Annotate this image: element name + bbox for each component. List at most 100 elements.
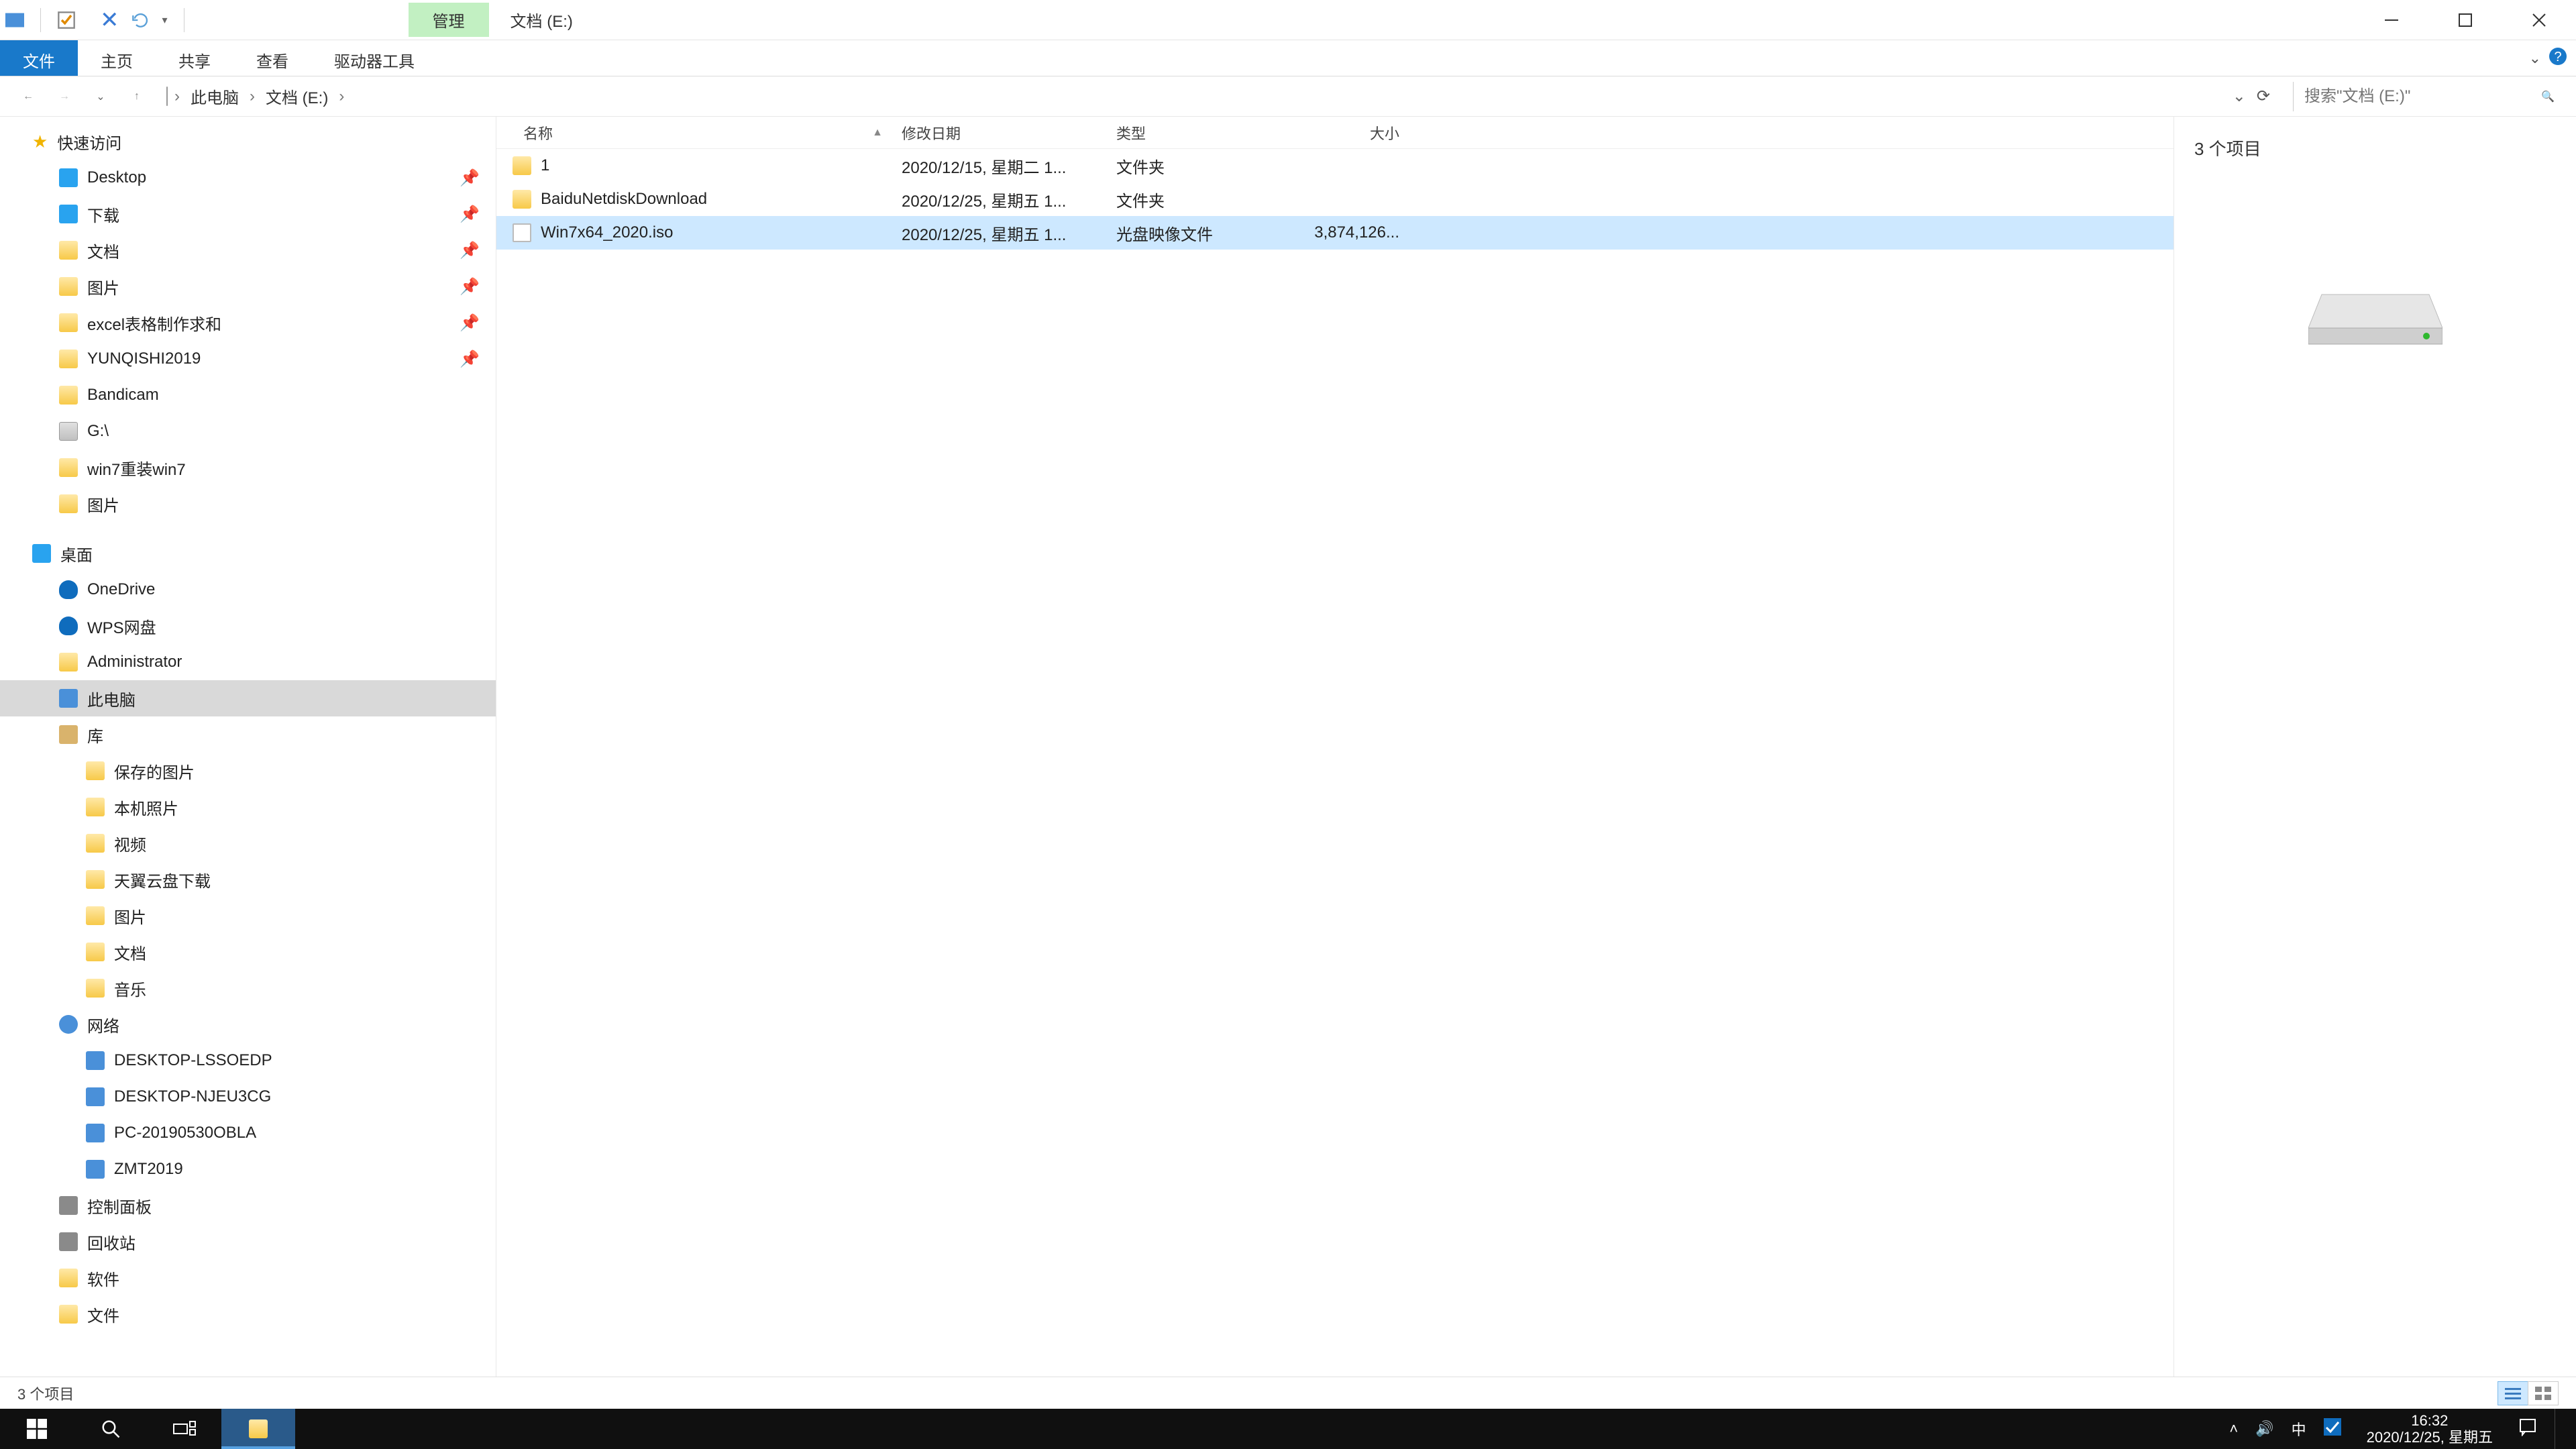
tree-item[interactable]: 图片: [0, 486, 496, 522]
file-row[interactable]: Win7x64_2020.iso2020/12/25, 星期五 1...光盘映像…: [496, 216, 2174, 250]
tray-overflow-icon[interactable]: ˄: [2229, 1420, 2238, 1438]
tree-item[interactable]: DESKTOP-LSSOEDP: [0, 1042, 496, 1079]
file-date: 2020/12/25, 星期五 1...: [892, 188, 1107, 211]
tree-item[interactable]: 文档: [0, 934, 496, 970]
view-thumbnails-button[interactable]: [2528, 1381, 2559, 1405]
minimize-button[interactable]: [2355, 0, 2428, 40]
view-details-button[interactable]: [2498, 1381, 2528, 1405]
qat-checkbox-icon[interactable]: [57, 11, 76, 30]
tree-item[interactable]: WPS网盘: [0, 608, 496, 644]
chevron-right-icon[interactable]: ›: [336, 87, 347, 106]
tree-item[interactable]: 此电脑: [0, 680, 496, 716]
breadcrumb-part-1[interactable]: 文档 (E:): [262, 82, 332, 111]
folder-icon: [513, 156, 531, 175]
maximize-button[interactable]: [2428, 0, 2502, 40]
tree-item[interactable]: win7重装win7: [0, 449, 496, 486]
tree-item[interactable]: 下载📌: [0, 196, 496, 232]
tree-item[interactable]: ZMT2019: [0, 1151, 496, 1187]
qat-dropdown-icon[interactable]: ▾: [162, 13, 168, 27]
pin-icon: 📌: [460, 313, 480, 333]
tree-item[interactable]: 回收站: [0, 1224, 496, 1260]
nav-forward-button[interactable]: →: [51, 83, 78, 110]
show-desktop-button[interactable]: [2555, 1409, 2563, 1449]
quick-access-toolbar: ✕ ▾: [0, 0, 194, 40]
tree-item[interactable]: 图片📌: [0, 268, 496, 305]
tree-item[interactable]: 视频: [0, 825, 496, 861]
tree-item[interactable]: 库: [0, 716, 496, 753]
tree-item[interactable]: 本机照片: [0, 789, 496, 825]
col-date[interactable]: 修改日期: [892, 122, 1107, 144]
tree-item[interactable]: 天翼云盘下载: [0, 861, 496, 898]
qat-delete-icon[interactable]: ✕: [100, 7, 119, 34]
action-center-icon[interactable]: [2518, 1417, 2537, 1440]
ribbon-tab-view[interactable]: 查看: [233, 40, 311, 76]
context-tab-manage[interactable]: 管理: [409, 3, 489, 37]
nav-history-dropdown[interactable]: ⌄: [87, 83, 114, 110]
col-type[interactable]: 类型: [1107, 122, 1288, 144]
taskbar-clock[interactable]: 16:32 2020/12/25, 星期五: [2359, 1412, 2501, 1446]
tree-item[interactable]: G:\: [0, 413, 496, 449]
tree-item[interactable]: Desktop📌: [0, 160, 496, 196]
breadcrumb[interactable]: › 此电脑 › 文档 (E:) › ⌄ ⟳: [160, 82, 2284, 111]
col-name[interactable]: 名称▲: [496, 122, 892, 144]
address-dropdown-icon[interactable]: ⌄: [2233, 87, 2246, 106]
tree-item[interactable]: 软件: [0, 1260, 496, 1296]
tree-item[interactable]: Bandicam: [0, 377, 496, 413]
ribbon-tab-drive-tools[interactable]: 驱动器工具: [311, 40, 437, 76]
breadcrumb-drive-icon: [166, 87, 168, 106]
tree-section[interactable]: ★快速访问: [0, 123, 496, 160]
tree-item[interactable]: 音乐: [0, 970, 496, 1006]
ic-folder-icon: [59, 494, 78, 513]
tree-item[interactable]: 图片: [0, 898, 496, 934]
column-headers[interactable]: 名称▲ 修改日期 类型 大小: [496, 117, 2174, 149]
tree-item[interactable]: PC-20190530OBLA: [0, 1115, 496, 1151]
tree-item-label: 保存的图片: [114, 759, 195, 783]
ribbon-tab-file[interactable]: 文件: [0, 40, 78, 76]
file-row[interactable]: 12020/12/15, 星期二 1...文件夹: [496, 149, 2174, 182]
ribbon-tab-home[interactable]: 主页: [78, 40, 156, 76]
ic-folder-icon: [59, 241, 78, 260]
tree-item-label: G:\: [87, 422, 109, 441]
help-icon[interactable]: ?: [2548, 46, 2568, 70]
search-icon[interactable]: 🔍: [2541, 90, 2555, 103]
tree-item[interactable]: Administrator: [0, 644, 496, 680]
nav-back-button[interactable]: ←: [15, 83, 42, 110]
col-size[interactable]: 大小: [1288, 122, 1409, 144]
qat-undo-icon[interactable]: [131, 11, 150, 30]
tree-item-label: OneDrive: [87, 580, 155, 599]
breadcrumb-part-0[interactable]: 此电脑: [186, 82, 243, 111]
tree-item[interactable]: 保存的图片: [0, 753, 496, 789]
close-button[interactable]: [2502, 0, 2576, 40]
taskbar-search-button[interactable]: [74, 1409, 148, 1449]
tree-item[interactable]: 控制面板: [0, 1187, 496, 1224]
chevron-right-icon[interactable]: ›: [172, 87, 182, 106]
nav-up-button[interactable]: ↑: [123, 83, 150, 110]
tree-item[interactable]: 文档📌: [0, 232, 496, 268]
tree-item[interactable]: 文件: [0, 1296, 496, 1332]
tree-section[interactable]: 桌面: [0, 535, 496, 572]
refresh-icon[interactable]: ⟳: [2250, 87, 2277, 106]
ic-folder-icon: [86, 943, 105, 961]
tree-item[interactable]: 网络: [0, 1006, 496, 1042]
ic-folder-icon: [59, 458, 78, 477]
navigation-tree[interactable]: ★快速访问Desktop📌下载📌文档📌图片📌excel表格制作求和📌YUNQIS…: [0, 117, 496, 1377]
task-view-button[interactable]: [148, 1409, 221, 1449]
tree-item[interactable]: YUNQISHI2019📌: [0, 341, 496, 377]
ime-indicator[interactable]: 中: [2292, 1418, 2306, 1440]
tree-item-label: 网络: [87, 1013, 119, 1036]
tree-item-label: 下载: [87, 203, 119, 226]
start-button[interactable]: [0, 1409, 74, 1449]
tree-item-label: ZMT2019: [114, 1160, 183, 1179]
tree-item[interactable]: OneDrive: [0, 572, 496, 608]
taskbar-explorer-button[interactable]: [221, 1409, 295, 1449]
chevron-right-icon[interactable]: ›: [247, 87, 258, 106]
tray-app-icon[interactable]: [2324, 1418, 2341, 1440]
tree-item[interactable]: excel表格制作求和📌: [0, 305, 496, 341]
ic-folder-icon: [59, 386, 78, 405]
file-row[interactable]: BaiduNetdiskDownload2020/12/25, 星期五 1...…: [496, 182, 2174, 216]
search-input[interactable]: [2293, 82, 2561, 111]
volume-icon[interactable]: 🔊: [2255, 1420, 2273, 1438]
ribbon-expand-icon[interactable]: ⌄: [2529, 50, 2541, 67]
tree-item[interactable]: DESKTOP-NJEU3CG: [0, 1079, 496, 1115]
ribbon-tab-share[interactable]: 共享: [156, 40, 233, 76]
